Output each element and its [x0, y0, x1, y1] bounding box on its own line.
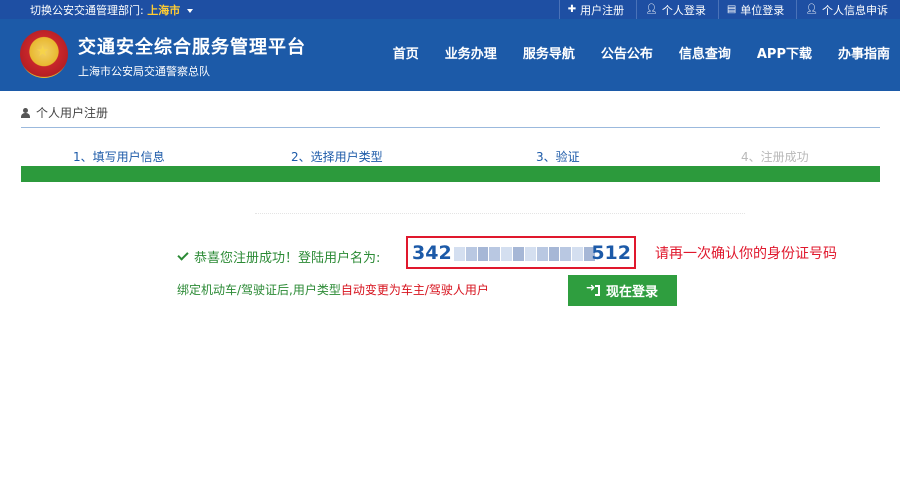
site-subtitle: 上海市公安局交通警察总队	[78, 65, 210, 78]
registration-steps: 1、填写用户信息 2、选择用户类型 3、验证 4、注册成功	[21, 148, 880, 164]
unit-login-link[interactable]: ▤ 单位登录	[717, 0, 796, 19]
binding-note: 绑定机动车/驾驶证后,用户类型自动变更为车主/驾驶人用户	[177, 281, 489, 298]
main-nav: 首页 业务办理 服务导航 公告公布 信息查询 APP下载 办事指南	[367, 43, 890, 62]
nav-guide[interactable]: 办事指南	[838, 43, 890, 62]
police-emblem-logo[interactable]: ★	[20, 30, 68, 78]
plus-icon: ✚	[567, 4, 577, 15]
user-icon	[21, 108, 30, 118]
breadcrumb-divider	[21, 127, 880, 128]
personal-login-link[interactable]: 👤︎ 个人登录	[636, 0, 718, 19]
breadcrumb-label: 个人用户注册	[36, 106, 109, 120]
person-icon: 👤︎	[645, 4, 658, 15]
step-progress-bar	[21, 166, 880, 182]
step-success: 4、注册成功	[741, 150, 809, 164]
username-prefix: 342	[412, 242, 452, 264]
personal-appeal-link[interactable]: 👤︎ 个人信息申诉	[796, 0, 900, 19]
nav-info-query[interactable]: 信息查询	[679, 43, 731, 62]
current-city[interactable]: 上海市	[147, 4, 180, 17]
faint-divider	[255, 213, 745, 217]
top-links: ✚ 用户注册 👤︎ 个人登录 ▤ 单位登录 👤︎ 个人信息申诉	[558, 0, 900, 19]
username-suffix: 512	[591, 242, 631, 264]
caret-down-icon[interactable]	[186, 9, 193, 13]
sign-in-icon	[586, 281, 600, 296]
nav-announcements[interactable]: 公告公布	[601, 43, 653, 62]
site-title[interactable]: 交通安全综合服务管理平台	[78, 33, 306, 59]
personal-login-label: 个人登录	[661, 3, 706, 17]
step-choose-type: 2、选择用户类型	[291, 150, 383, 164]
login-now-button[interactable]: 现在登录	[568, 275, 677, 306]
user-register-label: 用户注册	[580, 3, 625, 17]
success-message: 恭喜您注册成功！登陆用户名为:	[177, 247, 381, 266]
nav-app-download[interactable]: APP下载	[757, 43, 812, 62]
check-icon	[177, 249, 189, 261]
nav-service-guide[interactable]: 服务导航	[523, 43, 575, 62]
star-icon: ★	[36, 42, 50, 60]
unit-login-label: 单位登录	[740, 3, 785, 17]
username-mask	[454, 247, 596, 261]
department-switch[interactable]: 切换公安交通管理部门: 上海市	[30, 2, 193, 18]
nav-business[interactable]: 业务办理	[445, 43, 497, 62]
department-switch-label: 切换公安交通管理部门:	[30, 4, 144, 17]
person-icon: 👤︎	[805, 4, 818, 15]
step-fill-info: 1、填写用户信息	[73, 150, 165, 164]
personal-appeal-label: 个人信息申诉	[822, 3, 888, 17]
site-header: ★ 交通安全综合服务管理平台 上海市公安局交通警察总队 首页 业务办理 服务导航…	[0, 19, 900, 91]
confirm-id-note: 请再一次确认你的身份证号码	[655, 246, 837, 262]
user-register-link[interactable]: ✚ 用户注册	[558, 0, 636, 19]
username-highlight-box: 342 512	[406, 236, 636, 269]
login-now-label: 现在登录	[605, 285, 658, 300]
step-verify: 3、验证	[536, 150, 580, 164]
success-text: 恭喜您注册成功！登陆用户名为:	[194, 251, 381, 266]
document-icon: ▤	[726, 4, 737, 15]
binding-note-part2: 自动变更为车主/驾驶人用户	[340, 283, 489, 297]
nav-home[interactable]: 首页	[393, 43, 419, 62]
top-utility-bar: 切换公安交通管理部门: 上海市 ✚ 用户注册 👤︎ 个人登录 ▤ 单位登录 👤︎…	[0, 0, 900, 19]
breadcrumb: 个人用户注册	[21, 104, 108, 121]
binding-note-part1: 绑定机动车/驾驶证后,用户类型	[177, 283, 341, 297]
